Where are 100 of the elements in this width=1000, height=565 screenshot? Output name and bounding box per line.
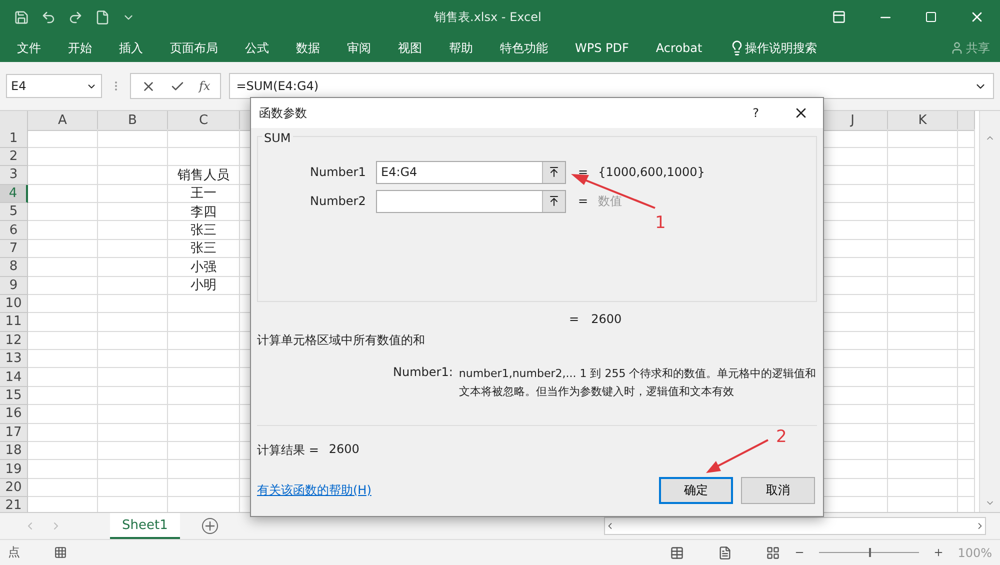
row-header[interactable]: 6 <box>0 221 28 240</box>
row-header[interactable]: 12 <box>0 332 28 350</box>
table-cell[interactable] <box>98 405 168 424</box>
table-cell[interactable] <box>168 332 240 350</box>
table-cell[interactable] <box>958 221 975 240</box>
table-cell[interactable] <box>98 424 168 442</box>
column-header[interactable]: K <box>888 111 958 131</box>
table-cell[interactable] <box>28 129 98 148</box>
table-cell[interactable] <box>28 386 98 406</box>
table-cell[interactable] <box>98 313 168 332</box>
table-cell[interactable] <box>98 368 168 387</box>
add-sheet-button[interactable] <box>202 518 218 534</box>
table-cell[interactable] <box>28 405 98 424</box>
table-cell[interactable] <box>28 294 98 314</box>
table-cell[interactable] <box>98 258 168 277</box>
table-cell[interactable] <box>958 184 975 203</box>
table-cell[interactable] <box>168 129 240 148</box>
row-header[interactable]: 16 <box>0 405 28 424</box>
vertical-scrollbar[interactable] <box>979 111 1000 512</box>
page-break-icon[interactable] <box>766 546 780 560</box>
table-cell[interactable] <box>888 478 958 498</box>
row-header[interactable]: 1 <box>0 129 28 148</box>
formula-input[interactable]: =SUM(E4:G4) <box>229 73 994 99</box>
table-cell[interactable] <box>98 166 168 185</box>
table-cell[interactable] <box>888 202 958 222</box>
name-box[interactable]: E4 <box>6 74 102 98</box>
table-cell[interactable] <box>28 202 98 222</box>
ribbon-tab[interactable]: 数据 <box>296 40 320 56</box>
row-header[interactable]: 9 <box>0 276 28 295</box>
ribbon-tab[interactable]: 特色功能 <box>500 40 548 56</box>
ribbon-tab[interactable]: 视图 <box>398 40 422 56</box>
tell-me-search[interactable]: 操作说明搜索 <box>745 40 818 56</box>
select-all-corner[interactable] <box>0 111 28 131</box>
table-cell[interactable] <box>888 386 958 406</box>
table-cell[interactable] <box>958 313 975 332</box>
ribbon-display-icon[interactable] <box>832 10 846 24</box>
table-cell[interactable]: 王一 <box>168 184 240 203</box>
page-layout-icon[interactable] <box>718 546 732 560</box>
table-cell[interactable] <box>28 184 98 203</box>
table-cell[interactable] <box>28 460 98 479</box>
table-cell[interactable] <box>28 332 98 350</box>
table-cell[interactable]: 李四 <box>168 202 240 222</box>
table-cell[interactable] <box>958 129 975 148</box>
help-button[interactable]: ? <box>752 106 759 120</box>
table-cell[interactable] <box>28 313 98 332</box>
table-cell[interactable] <box>888 276 958 295</box>
table-cell[interactable] <box>168 148 240 166</box>
table-cell[interactable] <box>888 313 958 332</box>
argument-field[interactable] <box>376 190 566 212</box>
table-cell[interactable]: 小明 <box>168 276 240 295</box>
table-cell[interactable] <box>958 405 975 424</box>
table-cell[interactable] <box>28 442 98 460</box>
table-cell[interactable] <box>958 276 975 295</box>
table-cell[interactable] <box>98 332 168 350</box>
table-cell[interactable] <box>168 386 240 406</box>
table-cell[interactable] <box>168 350 240 368</box>
table-cell[interactable] <box>98 478 168 498</box>
table-cell[interactable] <box>168 478 240 498</box>
row-header[interactable]: 8 <box>0 258 28 277</box>
zoom-thumb[interactable] <box>868 548 871 557</box>
table-cell[interactable] <box>958 332 975 350</box>
table-cell[interactable]: 小强 <box>168 258 240 277</box>
table-cell[interactable] <box>958 424 975 442</box>
table-cell[interactable] <box>28 240 98 258</box>
row-header[interactable]: 18 <box>0 442 28 460</box>
table-cell[interactable] <box>168 405 240 424</box>
row-header[interactable]: 17 <box>0 424 28 442</box>
column-header[interactable] <box>958 111 975 131</box>
table-cell[interactable] <box>168 442 240 460</box>
table-cell[interactable] <box>98 184 168 203</box>
horizontal-scrollbar[interactable] <box>604 517 986 535</box>
table-cell[interactable] <box>888 148 958 166</box>
table-cell[interactable] <box>958 460 975 479</box>
table-cell[interactable] <box>168 424 240 442</box>
row-header[interactable]: 14 <box>0 368 28 387</box>
table-cell[interactable] <box>28 424 98 442</box>
table-cell[interactable] <box>888 350 958 368</box>
new-file-icon[interactable] <box>95 10 110 24</box>
person-icon[interactable] <box>950 41 964 55</box>
table-cell[interactable] <box>958 258 975 277</box>
zoom-in-icon[interactable] <box>932 547 944 558</box>
collapse-icon[interactable] <box>548 166 560 178</box>
redo-icon[interactable] <box>68 10 83 24</box>
table-cell[interactable] <box>958 240 975 258</box>
table-cell[interactable] <box>98 276 168 295</box>
sheet-tab[interactable]: Sheet1 <box>110 513 180 539</box>
table-cell[interactable] <box>28 148 98 166</box>
collapse-icon[interactable] <box>548 195 560 207</box>
table-cell[interactable] <box>98 221 168 240</box>
row-header[interactable]: 3 <box>0 166 28 185</box>
ribbon-tab[interactable]: 帮助 <box>449 40 473 56</box>
table-cell[interactable] <box>98 350 168 368</box>
ribbon-tab[interactable]: 开始 <box>68 40 92 56</box>
table-cell[interactable] <box>888 221 958 240</box>
table-cell[interactable] <box>168 313 240 332</box>
table-cell[interactable] <box>888 368 958 387</box>
table-cell[interactable] <box>958 386 975 406</box>
table-cell[interactable] <box>888 332 958 350</box>
row-header[interactable]: 4 <box>0 184 28 203</box>
table-cell[interactable] <box>958 350 975 368</box>
